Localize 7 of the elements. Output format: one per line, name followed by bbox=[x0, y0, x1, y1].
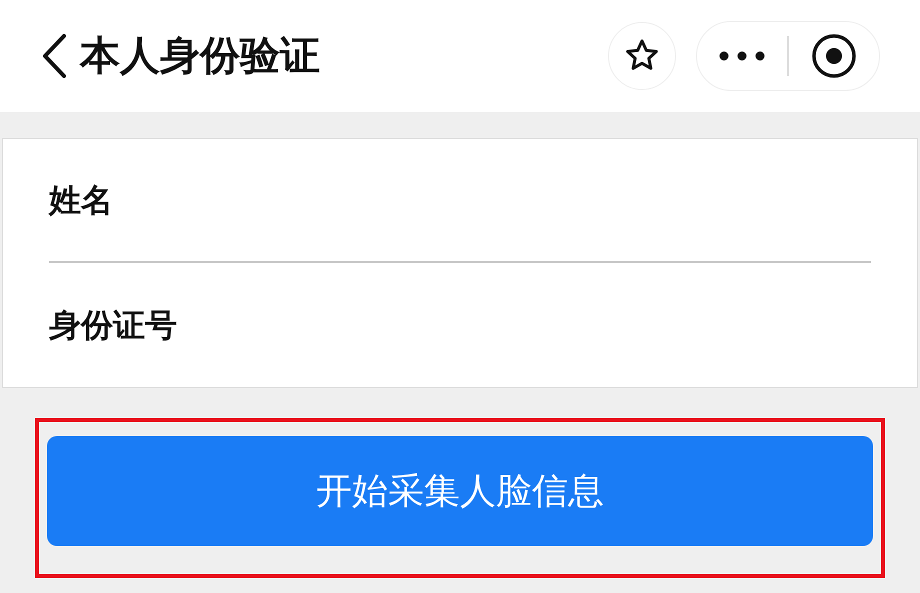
back-icon bbox=[40, 33, 68, 79]
field-label: 姓名 bbox=[49, 181, 113, 220]
field-label: 身份证号 bbox=[49, 306, 177, 345]
page-title: 本人身份验证 bbox=[80, 36, 320, 76]
more-icon bbox=[719, 51, 765, 61]
start-face-capture-button[interactable]: 开始采集人脸信息 bbox=[47, 436, 873, 546]
target-icon bbox=[811, 33, 857, 79]
